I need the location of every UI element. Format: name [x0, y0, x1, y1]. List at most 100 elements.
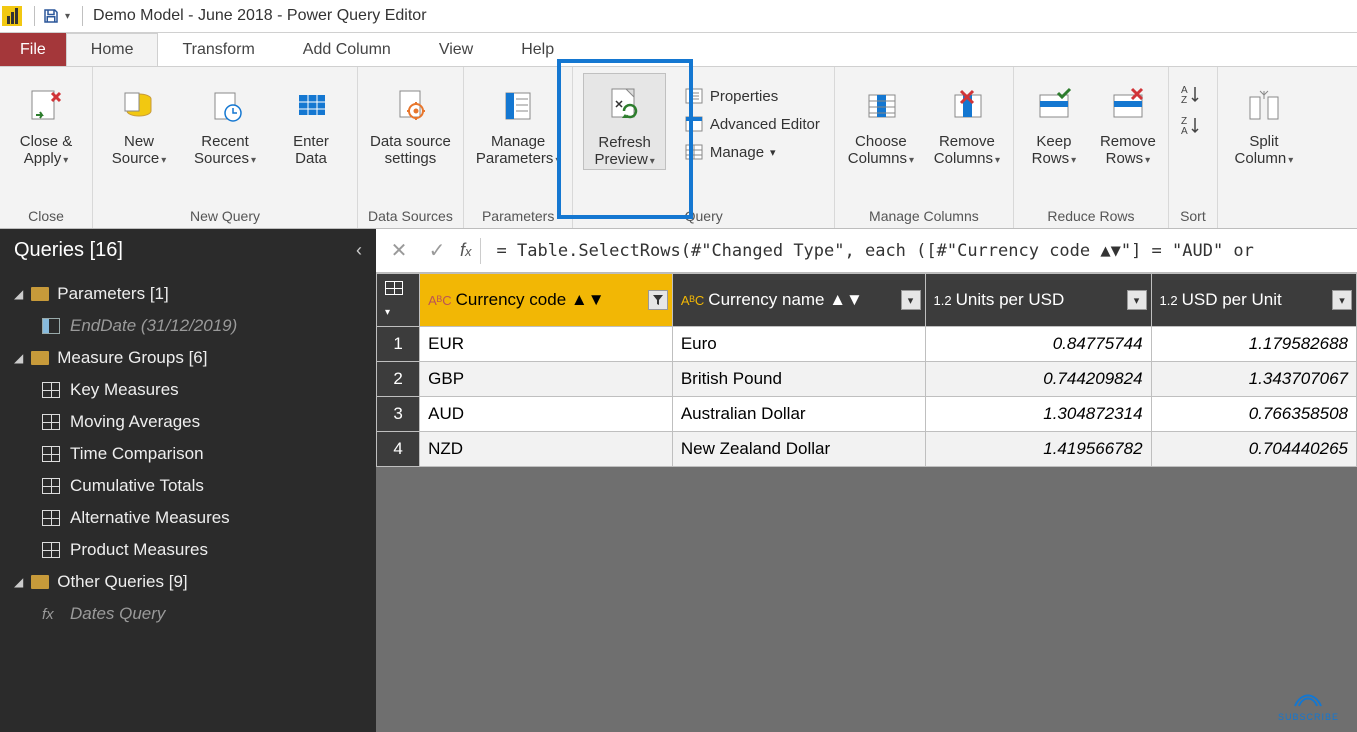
app-logo-icon	[2, 6, 22, 26]
manage-label: Manage	[710, 144, 764, 161]
folder-icon	[31, 575, 49, 589]
cell-currency-name[interactable]: New Zealand Dollar	[672, 432, 925, 467]
table-row[interactable]: 1EUREuro0.847757441.179582688	[377, 327, 1357, 362]
cell-usd-per-unit[interactable]: 0.704440265	[1151, 432, 1356, 467]
filter-icon[interactable]: ▾	[1127, 290, 1147, 310]
table-corner[interactable]: ▾	[377, 274, 420, 327]
filter-icon[interactable]: ▾	[901, 290, 921, 310]
column-label: Units per USD	[956, 290, 1065, 309]
fx-icon[interactable]: fx	[460, 240, 472, 261]
column-header-usd-per-unit[interactable]: 1.2 USD per Unit ▾	[1151, 274, 1356, 327]
cell-units-per-usd[interactable]: 1.304872314	[925, 397, 1151, 432]
filter-icon[interactable]: ▾	[1332, 290, 1352, 310]
tree-group-label: Other Queries [9]	[57, 572, 187, 592]
sort-asc-button[interactable]: AZ	[1179, 83, 1207, 108]
tree-group[interactable]: ◢Parameters [1]	[0, 278, 376, 310]
remove-columns-button[interactable]: Remove Columns▾	[931, 73, 1003, 168]
ribbon-group-label	[1228, 204, 1300, 228]
tree-item[interactable]: Cumulative Totals	[0, 470, 376, 502]
table-icon	[42, 510, 60, 526]
table-row[interactable]: 4NZDNew Zealand Dollar1.4195667820.70444…	[377, 432, 1357, 467]
table-row[interactable]: 3AUDAustralian Dollar1.3048723140.766358…	[377, 397, 1357, 432]
choose-columns-button[interactable]: Choose Columns▾	[845, 73, 917, 168]
close-and-apply-button[interactable]: Close & Apply▾	[10, 73, 82, 168]
tab-add-column[interactable]: Add Column	[279, 33, 415, 66]
ribbon-group-label: Parameters	[474, 204, 563, 228]
manage-button[interactable]: Manage	[680, 141, 824, 163]
window-title: Demo Model - June 2018 - Power Query Edi…	[93, 7, 426, 25]
column-label: USD per Unit	[1182, 290, 1282, 309]
cancel-formula-button[interactable]: ✕	[384, 236, 414, 266]
cell-currency-name[interactable]: Australian Dollar	[672, 397, 925, 432]
recent-sources-button[interactable]: Recent Sources▾	[189, 73, 261, 168]
cell-usd-per-unit[interactable]: 0.766358508	[1151, 397, 1356, 432]
cell-usd-per-unit[interactable]: 1.343707067	[1151, 362, 1356, 397]
cell-units-per-usd[interactable]: 0.744209824	[925, 362, 1151, 397]
type-number-icon: 1.2	[934, 293, 952, 308]
queries-header[interactable]: Queries [16] ‹	[0, 229, 376, 272]
save-icon[interactable]	[41, 6, 61, 26]
tab-transform[interactable]: Transform	[158, 33, 278, 66]
tab-home[interactable]: Home	[66, 33, 159, 66]
caret-icon: ◢	[14, 351, 23, 365]
split-column-button[interactable]: Split Column▾	[1228, 73, 1300, 168]
keep-rows-label: Keep Rows	[1032, 133, 1072, 167]
ribbon-group-close: Close & Apply▾ Close	[0, 67, 93, 228]
qat-dropdown-icon[interactable]: ▾	[65, 11, 70, 22]
tab-file[interactable]: File	[0, 33, 66, 66]
tree-item[interactable]: Time Comparison	[0, 438, 376, 470]
separator	[82, 6, 83, 26]
column-header-currency-code[interactable]: AᴮCCurrency code ▲▼	[420, 274, 673, 327]
enter-data-button[interactable]: Enter Data	[275, 73, 347, 168]
manage-parameters-button[interactable]: Manage Parameters▾	[474, 73, 563, 168]
properties-button[interactable]: Properties	[680, 85, 824, 107]
new-source-button[interactable]: New Source▾	[103, 73, 175, 168]
table-icon	[42, 542, 60, 558]
tree-group[interactable]: ◢Other Queries [9]	[0, 566, 376, 598]
ribbon-group-parameters: Manage Parameters▾ Parameters	[464, 67, 574, 228]
ribbon-group-new-query: New Source▾ Recent Sources▾ Enter Data N…	[93, 67, 358, 228]
refresh-preview-button[interactable]: Refresh Preview▾	[583, 73, 665, 170]
accept-formula-button[interactable]: ✓	[422, 236, 452, 266]
keep-rows-button[interactable]: Keep Rows▾	[1024, 73, 1084, 168]
tab-help[interactable]: Help	[497, 33, 578, 66]
cell-currency-code[interactable]: AUD	[420, 397, 673, 432]
title-bar: ▾ Demo Model - June 2018 - Power Query E…	[0, 0, 1357, 33]
table-row[interactable]: 2GBPBritish Pound0.7442098241.343707067	[377, 362, 1357, 397]
cell-currency-code[interactable]: EUR	[420, 327, 673, 362]
collapse-icon[interactable]: ‹	[356, 240, 362, 261]
queries-header-label: Queries [16]	[14, 239, 123, 262]
cell-usd-per-unit[interactable]: 1.179582688	[1151, 327, 1356, 362]
tab-view[interactable]: View	[415, 33, 497, 66]
folder-icon	[31, 287, 49, 301]
tree-group[interactable]: ◢ Measure Groups [6]	[0, 342, 376, 374]
filter-applied-icon[interactable]	[648, 290, 668, 310]
type-number-icon: 1.2	[1160, 293, 1178, 308]
cell-currency-name[interactable]: British Pound	[672, 362, 925, 397]
advanced-editor-button[interactable]: Advanced Editor	[680, 113, 824, 135]
queries-sidebar: Queries [16] ‹ ◢Parameters [1]EndDate (3…	[0, 229, 376, 732]
tree-item-label: Dates Query	[70, 604, 165, 624]
ribbon-group-manage-columns: Choose Columns▾ Remove Columns▾ Manage C…	[835, 67, 1014, 228]
tree-item[interactable]: Moving Averages	[0, 406, 376, 438]
cell-currency-code[interactable]: GBP	[420, 362, 673, 397]
sort-desc-button[interactable]: ZA	[1179, 114, 1207, 139]
remove-rows-button[interactable]: Remove Rows▾	[1098, 73, 1158, 168]
column-header-currency-name[interactable]: AᴮCCurrency name ▲▼▾	[672, 274, 925, 327]
tree-item[interactable]: Key Measures	[0, 374, 376, 406]
cell-currency-code[interactable]: NZD	[420, 432, 673, 467]
tree-item[interactable]: EndDate (31/12/2019)	[0, 310, 376, 342]
remove-columns-label: Remove Columns	[934, 133, 995, 167]
tree-item[interactable]: Product Measures	[0, 534, 376, 566]
tree-item[interactable]: fxDates Query	[0, 598, 376, 630]
cell-units-per-usd[interactable]: 0.84775744	[925, 327, 1151, 362]
formula-text[interactable]: = Table.SelectRows(#"Changed Type", each…	[497, 241, 1254, 261]
data-source-settings-button[interactable]: Data source settings	[368, 73, 453, 168]
tree-group-label: Measure Groups [6]	[57, 348, 207, 368]
column-header-units-per-usd[interactable]: 1.2 Units per USD ▾	[925, 274, 1151, 327]
tree-item-label: Time Comparison	[70, 444, 204, 464]
cell-currency-name[interactable]: Euro	[672, 327, 925, 362]
row-number: 1	[377, 327, 420, 362]
cell-units-per-usd[interactable]: 1.419566782	[925, 432, 1151, 467]
tree-item[interactable]: Alternative Measures	[0, 502, 376, 534]
